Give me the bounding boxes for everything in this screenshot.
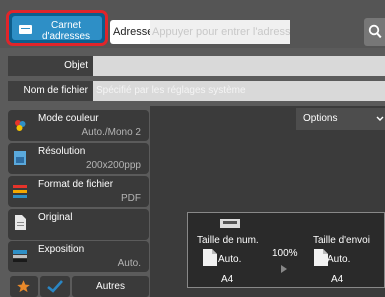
exposure-button[interactable]: Exposition Auto. bbox=[8, 241, 149, 272]
address-book-button[interactable]: Carnet d'adresses bbox=[6, 10, 108, 46]
exposure-label: Exposition bbox=[38, 244, 85, 255]
options-tab-label: Options bbox=[303, 113, 338, 124]
resolution-value: 200x200ppp bbox=[85, 160, 141, 171]
search-button[interactable] bbox=[364, 18, 385, 46]
search-icon bbox=[368, 24, 382, 39]
original-button[interactable]: Original bbox=[8, 209, 149, 240]
scan-size-paper: A4 bbox=[221, 274, 234, 285]
arrow-right-icon bbox=[281, 265, 287, 273]
document-icon bbox=[203, 249, 217, 266]
file-format-value: PDF bbox=[121, 193, 141, 204]
address-label: Adresse bbox=[110, 20, 153, 44]
subject-field[interactable] bbox=[93, 56, 385, 76]
address-book-label-line2: d'adresses bbox=[41, 31, 91, 42]
scan-size-label: Taille de num. bbox=[197, 235, 259, 246]
send-size-value: Auto. bbox=[327, 254, 351, 265]
color-mode-label: Mode couleur bbox=[38, 113, 99, 124]
resolution-icon bbox=[14, 151, 26, 165]
filename-field[interactable]: Spécifié par les réglages système bbox=[93, 81, 385, 101]
address-book-button-face[interactable]: Carnet d'adresses bbox=[12, 16, 102, 42]
color-mode-icon bbox=[15, 120, 26, 131]
resolution-label: Résolution bbox=[38, 146, 86, 157]
ratio-label: 100% bbox=[272, 248, 298, 259]
favorite-button[interactable] bbox=[10, 276, 38, 297]
address-input[interactable]: Appuyer pour entrer l'adresse bbox=[150, 20, 290, 44]
scan-size-box[interactable]: Taille de num. Auto. A4 100% Taille d'en… bbox=[187, 212, 385, 288]
scanner-icon bbox=[220, 219, 240, 228]
scan-size-value: Auto. bbox=[218, 254, 242, 265]
exposure-icon bbox=[13, 250, 27, 262]
address-book-label-line1: Carnet bbox=[50, 20, 81, 31]
address-book-icon bbox=[19, 25, 32, 34]
chevron-down-icon bbox=[376, 116, 384, 121]
file-format-icon bbox=[13, 185, 27, 198]
exposure-value: Auto. bbox=[117, 258, 141, 269]
others-label: Autres bbox=[96, 281, 125, 292]
file-format-label: Format de fichier bbox=[38, 179, 114, 190]
color-mode-button[interactable]: Mode couleur Auto./Mono 2 bbox=[8, 110, 149, 141]
others-button[interactable]: Autres bbox=[72, 276, 149, 297]
star-icon bbox=[17, 280, 30, 293]
filename-label: Nom de fichier bbox=[8, 81, 93, 101]
original-icon bbox=[15, 215, 26, 230]
original-label: Original bbox=[38, 212, 73, 223]
options-tab[interactable]: Options bbox=[296, 108, 385, 130]
resolution-button[interactable]: Résolution 200x200ppp bbox=[8, 143, 149, 174]
file-format-button[interactable]: Format de fichier PDF bbox=[8, 176, 149, 207]
send-size-paper: A4 bbox=[331, 274, 344, 285]
subject-label: Objet bbox=[8, 56, 93, 76]
check-icon bbox=[47, 280, 63, 293]
document-icon bbox=[314, 249, 328, 266]
send-size-label: Taille d'envoi bbox=[313, 235, 370, 246]
confirm-button[interactable] bbox=[40, 276, 70, 297]
color-mode-value: Auto./Mono 2 bbox=[81, 127, 141, 138]
address-book-label: Carnet d'adresses bbox=[36, 20, 96, 42]
